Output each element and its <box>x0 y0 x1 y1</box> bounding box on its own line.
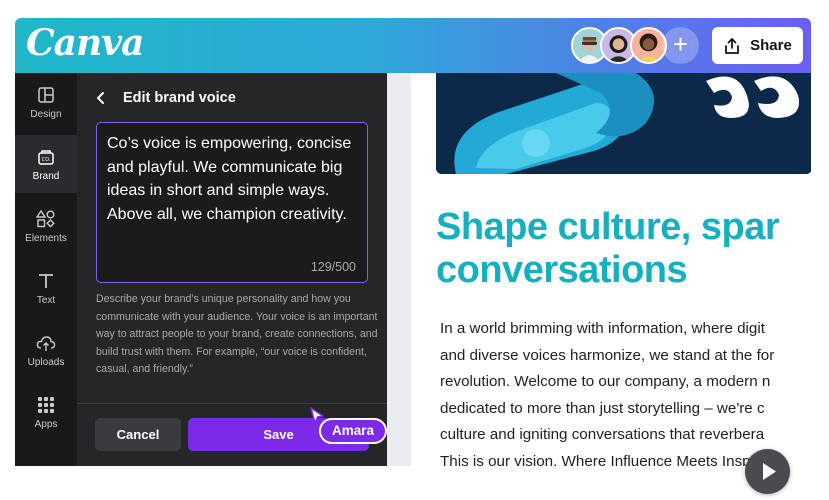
rail-item-uploads[interactable]: Uploads <box>15 321 77 379</box>
rail-label-brand: Brand <box>32 170 60 182</box>
add-collaborator-button[interactable]: + <box>662 27 699 64</box>
cancel-button[interactable]: Cancel <box>95 418 181 451</box>
collaborator-name-tag: Amara <box>319 418 388 444</box>
abstract-3d-artwork <box>436 73 811 174</box>
brand-kit-icon: CO. <box>38 149 54 165</box>
body-paragraph[interactable]: In a world brimming with information, wh… <box>440 316 811 466</box>
help-text: Describe your brand’s unique personality… <box>96 293 378 375</box>
brand-voice-textarea[interactable]: Co’s voice is empowering, concise and pl… <box>96 122 368 283</box>
cloud-upload-icon <box>36 335 56 351</box>
top-bar: Canva + Share <box>15 18 811 73</box>
share-label: Share <box>750 37 792 54</box>
headline-line-2: conversations <box>436 249 688 291</box>
share-button[interactable]: Share <box>712 27 803 64</box>
body-line-1: In a world brimming with information, wh… <box>440 320 765 337</box>
rail-item-apps[interactable]: Apps <box>15 383 77 441</box>
body-line-3: revolution. Welcome to our company, a mo… <box>440 373 771 390</box>
design-page[interactable]: Shape culture, spar conversations In a w… <box>411 73 811 466</box>
rail-label-text: Text <box>36 294 56 306</box>
rail-label-apps: Apps <box>34 418 58 430</box>
rail-label-elements: Elements <box>25 232 67 244</box>
text-icon <box>39 273 53 288</box>
chevron-left-icon <box>97 92 104 104</box>
play-icon <box>763 463 776 480</box>
body-line-5: culture and igniting conversations that … <box>440 426 765 443</box>
shapes-icon <box>36 209 55 228</box>
panel-header: Edit brand voice <box>91 87 236 109</box>
rail-item-text[interactable]: Text <box>15 259 77 317</box>
design-canvas: Shape culture, spar conversations In a w… <box>387 73 811 466</box>
svg-text:CO.: CO. <box>42 157 51 163</box>
layout-icon <box>38 86 54 103</box>
body-line-2: and diverse voices harmonize, we stand a… <box>440 346 775 364</box>
rail-item-brand[interactable]: CO. Brand <box>15 135 77 193</box>
grid-icon <box>38 396 54 413</box>
rail-label-design: Design <box>30 108 62 120</box>
headline[interactable]: Shape culture, spar conversations <box>436 206 780 292</box>
rail-label-uploads: Uploads <box>27 356 65 368</box>
hero-image[interactable] <box>436 73 811 174</box>
rail-item-elements[interactable]: Elements <box>15 197 77 255</box>
play-button[interactable] <box>745 449 790 494</box>
character-counter: 129/500 <box>310 260 356 274</box>
share-upload-icon <box>725 37 740 54</box>
canva-logo[interactable]: Canva <box>26 22 144 64</box>
brand-voice-panel: Edit brand voice Co’s voice is empowerin… <box>77 73 387 466</box>
panel-divider <box>77 403 387 404</box>
panel-title: Edit brand voice <box>123 90 236 106</box>
brand-voice-value[interactable]: Co’s voice is empowering, concise and pl… <box>107 132 357 226</box>
body-line-4: dedicated to more than just storytelling… <box>440 399 765 417</box>
side-rail: Design CO. Brand Elements Text Uploads A… <box>15 73 77 466</box>
back-button[interactable] <box>91 88 111 108</box>
rail-item-design[interactable]: Design <box>15 73 77 131</box>
headline-line-1: Shape culture, spar <box>436 206 780 248</box>
canva-editor: Canva + Share Design CO. Brand Elements … <box>15 18 811 466</box>
